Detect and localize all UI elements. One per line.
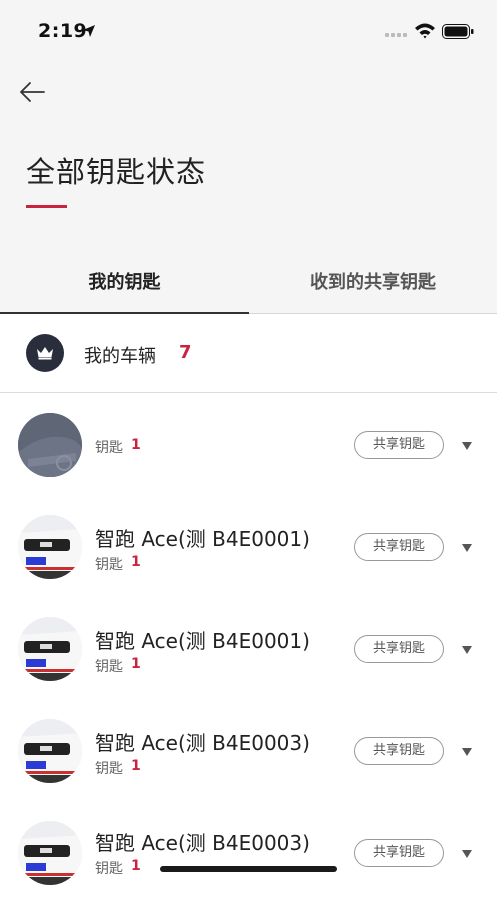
share-key-button[interactable]: 共享钥匙 — [354, 737, 444, 765]
key-label: 钥匙 — [95, 557, 123, 573]
page-title: 全部钥匙状态 — [26, 155, 207, 189]
expand-down-icon[interactable] — [461, 849, 473, 859]
car-avatar — [18, 719, 82, 783]
car-row[interactable]: 智跑 Ace(测 B4E0001) 钥匙 1 共享钥匙 — [0, 497, 497, 599]
key-label: 钥匙 — [95, 861, 123, 877]
share-key-button[interactable]: 共享钥匙 — [354, 431, 444, 459]
key-count: 1 — [131, 858, 141, 874]
expand-down-icon[interactable] — [461, 441, 473, 451]
car-image — [18, 413, 82, 477]
expand-down-icon[interactable] — [461, 645, 473, 655]
car-image — [18, 515, 82, 579]
tab-active-indicator — [0, 312, 249, 314]
back-arrow-icon[interactable] — [18, 80, 46, 104]
car-avatar — [18, 515, 82, 579]
key-label: 钥匙 — [95, 440, 123, 456]
tab-received-shared-keys[interactable]: 收到的共享钥匙 — [249, 268, 497, 294]
tab-my-keys[interactable]: 我的钥匙 — [0, 268, 249, 294]
key-count: 1 — [131, 554, 141, 570]
status-bar: 2:19 — [0, 0, 497, 60]
car-name: 智跑 Ace(测 B4E0001) — [95, 629, 310, 653]
cellular-signal-icon — [385, 33, 407, 37]
car-image — [18, 719, 82, 783]
car-name: 智跑 Ace(测 B4E0001) — [95, 527, 310, 551]
expand-down-icon[interactable] — [461, 747, 473, 757]
car-row[interactable]: 钥匙 1 共享钥匙 — [0, 395, 497, 497]
car-name: 智跑 Ace(测 B4E0003) — [95, 831, 310, 855]
vehicles-label: 我的车辆 — [84, 346, 156, 367]
title-accent-bar — [26, 205, 67, 208]
car-avatar — [18, 821, 82, 885]
crown-icon — [37, 347, 53, 360]
share-key-button[interactable]: 共享钥匙 — [354, 635, 444, 663]
vehicles-count: 7 — [179, 342, 192, 363]
crown-badge — [26, 334, 64, 372]
wifi-icon — [415, 23, 435, 39]
car-avatar — [18, 413, 82, 477]
car-image — [18, 617, 82, 681]
car-avatar — [18, 617, 82, 681]
key-label: 钥匙 — [95, 761, 123, 777]
battery-icon — [442, 24, 474, 39]
car-row[interactable]: 智跑 Ace(测 B4E0003) 钥匙 1 共享钥匙 — [0, 803, 497, 905]
header-area: 2:19 全部钥匙状态 我的钥匙 收到的共享钥匙 — [0, 0, 497, 314]
share-key-button[interactable]: 共享钥匙 — [354, 533, 444, 561]
car-row[interactable]: 智跑 Ace(测 B4E0001) 钥匙 1 共享钥匙 — [0, 599, 497, 701]
expand-down-icon[interactable] — [461, 543, 473, 553]
car-image — [18, 821, 82, 885]
status-time: 2:19 — [38, 20, 88, 42]
car-name: 智跑 Ace(测 B4E0003) — [95, 731, 310, 755]
home-indicator[interactable] — [160, 866, 337, 872]
car-row[interactable]: 智跑 Ace(测 B4E0003) 钥匙 1 共享钥匙 — [0, 701, 497, 803]
my-vehicles-summary: 我的车辆 7 — [0, 315, 497, 393]
key-count: 1 — [131, 758, 141, 774]
key-count: 1 — [131, 437, 141, 453]
key-label: 钥匙 — [95, 659, 123, 675]
key-count: 1 — [131, 656, 141, 672]
share-key-button[interactable]: 共享钥匙 — [354, 839, 444, 867]
location-arrow-icon — [83, 25, 95, 37]
